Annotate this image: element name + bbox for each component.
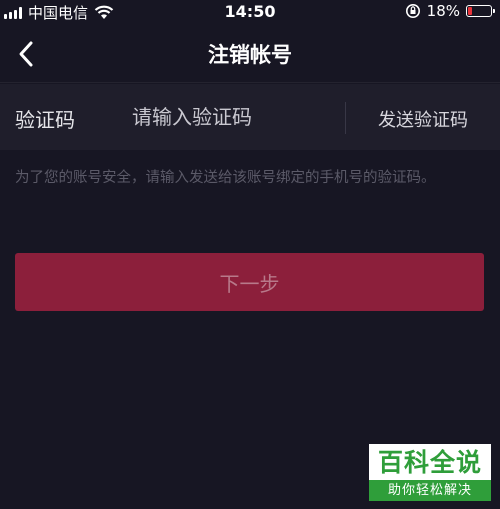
send-code-button[interactable]: 发送验证码 [378, 106, 468, 132]
status-bar: 中国电信 14:50 18% [0, 0, 500, 24]
page-title: 注销帐号 [208, 43, 292, 67]
security-hint: 为了您的账号安全，请输入发送给该账号绑定的手机号的验证码。 [15, 170, 436, 186]
navigation-bar: 注销帐号 [0, 24, 500, 83]
battery-percent: 18% [426, 2, 460, 20]
verification-code-label: 验证码 [15, 108, 75, 132]
verification-code-row: 验证码 发送验证码 [0, 84, 500, 150]
vertical-divider [345, 102, 346, 134]
battery-fill [468, 7, 472, 15]
next-step-button[interactable]: 下一步 [15, 253, 484, 311]
verification-code-input[interactable] [132, 99, 332, 135]
watermark-logo: 百科全说 助你轻松解决 [369, 444, 491, 501]
watermark-title: 百科全说 [377, 448, 482, 477]
battery-icon [466, 5, 495, 17]
rotation-lock-icon [405, 4, 420, 18]
watermark-subtitle: 助你轻松解决 [369, 480, 491, 501]
status-right: 18% [405, 2, 495, 20]
